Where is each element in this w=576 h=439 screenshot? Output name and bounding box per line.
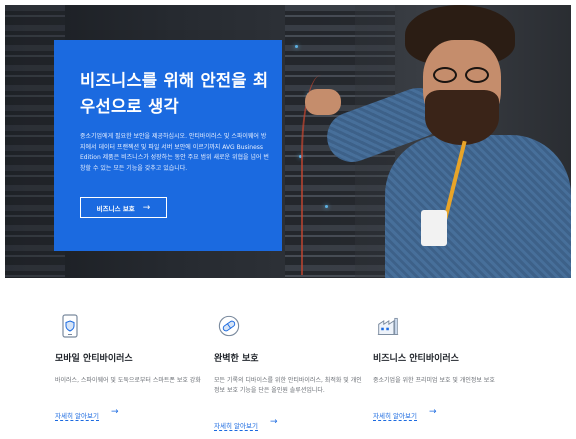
hero-banner: 비즈니스를 위해 안전을 최우선으로 생각 중소기업에게 필요한 보안을 제공하… bbox=[5, 5, 571, 278]
feature-title: 완벽한 보호 bbox=[214, 354, 259, 364]
pill-capsule-icon bbox=[218, 315, 240, 337]
feature-description: 중소기업을 위한 프리미엄 보호 및 개인정보 보호 bbox=[373, 377, 495, 384]
arrow-right-icon[interactable]: → bbox=[270, 417, 278, 427]
learn-more-link[interactable]: 자세히 알아보기 bbox=[214, 420, 258, 431]
arrow-right-icon: → bbox=[142, 202, 151, 213]
hero-card: 비즈니스를 위해 안전을 최우선으로 생각 중소기업에게 필요한 보안을 제공하… bbox=[54, 40, 282, 251]
features-section: 모바일 안티바이러스 바이러스, 스파이웨어 및 도둑으로부터 스마트폰 보호 … bbox=[0, 278, 576, 439]
mobile-shield-icon bbox=[62, 314, 78, 338]
technician-photo bbox=[305, 5, 571, 278]
arrow-right-icon[interactable]: → bbox=[111, 407, 119, 417]
feature-title: 모바일 안티바이러스 bbox=[55, 354, 133, 364]
factory-building-icon bbox=[377, 317, 399, 335]
learn-more-link[interactable]: 자세히 알아보기 bbox=[55, 410, 99, 421]
feature-title: 비즈니스 안티바이러스 bbox=[373, 354, 459, 364]
feature-description: 모든 기록의 디바이스를 위한 안티바이러스, 최적화 및 개인정보 보호 기능… bbox=[214, 377, 362, 394]
learn-more-link[interactable]: 자세히 알아보기 bbox=[373, 410, 417, 421]
protect-business-button-label: 비즈니스 보호 bbox=[96, 204, 135, 213]
feature-description: 바이러스, 스파이웨어 및 도둑으로부터 스마트폰 보호 강화 bbox=[55, 377, 201, 384]
hero-title: 비즈니스를 위해 안전을 최우선으로 생각 bbox=[80, 71, 269, 116]
arrow-right-icon[interactable]: → bbox=[429, 407, 437, 417]
protect-business-button[interactable]: 비즈니스 보호 → bbox=[80, 197, 167, 218]
hero-description: 중소기업에게 필요한 보안을 제공하십시오. 안티바이러스 및 스파이웨어 방지… bbox=[80, 133, 269, 172]
